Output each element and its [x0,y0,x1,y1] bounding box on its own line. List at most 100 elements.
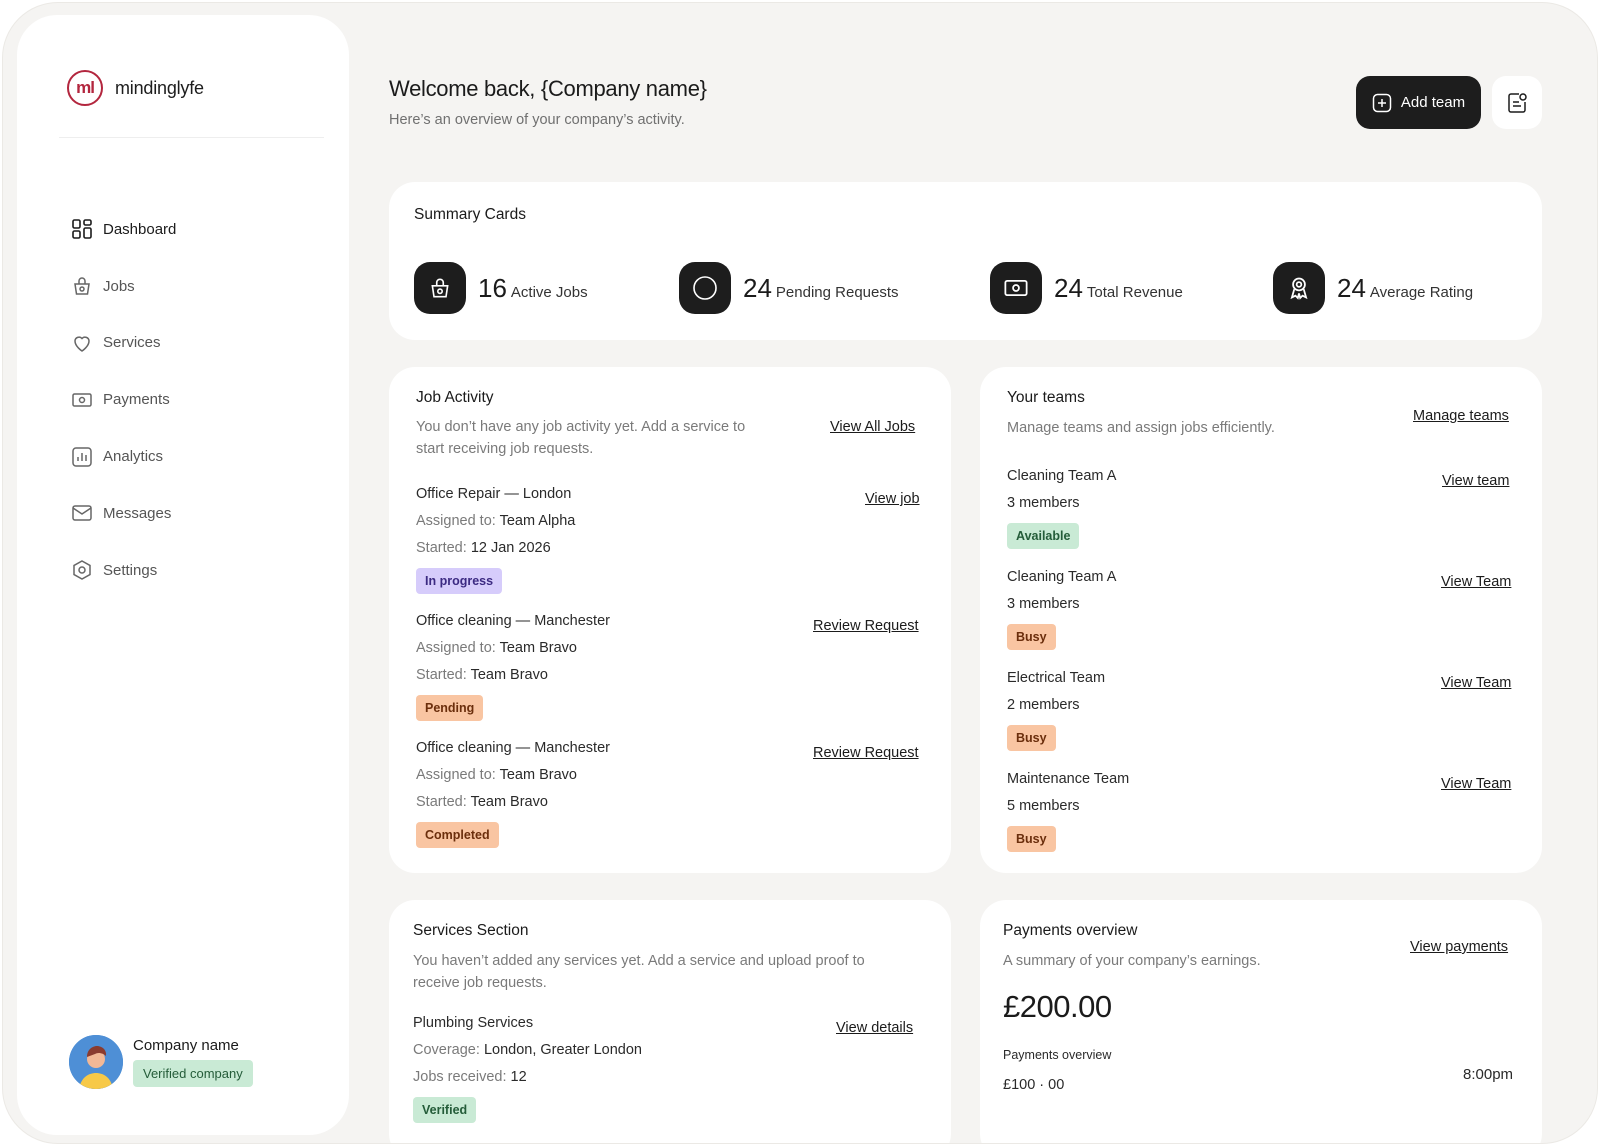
stat-value: 24 [743,272,772,303]
view-payments-link[interactable]: View payments [1410,939,1508,955]
review-request-link[interactable]: Review Request [813,745,919,761]
team-name: Cleaning Team A [1007,468,1117,484]
job-activity-title: Job Activity [416,389,494,406]
sidebar-item-label: Jobs [103,277,135,295]
review-request-link[interactable]: Review Request [813,618,919,634]
payments-subtitle: Payments overview [1003,1048,1112,1062]
summary-card: Summary Cards 16 Active Jobs 24 Pending Re… [389,182,1542,340]
team-name: Electrical Team [1007,670,1106,686]
page-title: Welcome back, {Company name} [389,76,707,101]
teams-title: Your teams [1007,389,1085,406]
bag-icon [414,262,466,314]
grid-icon [72,219,92,240]
sidebar: ml mindinglyfe Dashboard Jobs Services P… [17,15,349,1135]
stat-value: 24 [1337,272,1366,303]
page-subtitle: Here’s an overview of your company’s act… [389,112,685,128]
summary-title: Summary Cards [414,206,526,223]
sidebar-item-label: Services [103,334,161,352]
status-badge: In progress [416,568,503,594]
app-frame: ml mindinglyfe Dashboard Jobs Services P… [2,2,1598,1144]
sidebar-item-label: Dashboard [103,220,177,238]
stat-label: Pending Requests [775,283,899,301]
sidebar-nav: Dashboard Jobs Services Payments Analyti… [71,201,176,599]
stat-label: Average Rating [1369,283,1474,301]
sidebar-item-payments[interactable]: Payments [71,371,176,428]
job-started: Started: Team Bravo [416,667,548,683]
sidebar-item-settings[interactable]: Settings [71,542,176,599]
sidebar-item-messages[interactable]: Messages [71,485,176,542]
service-title: Plumbing Services [413,1015,534,1031]
team-members: 3 members [1007,596,1080,612]
company-name: Company name [133,1037,239,1054]
status-badge: Busy [1007,624,1056,650]
job-activity-description: You don’t have any job activity yet. Add… [416,419,746,457]
job-title: Office cleaning — Manchester [416,613,610,629]
logo-mark-icon: ml [67,70,103,106]
bag-icon [74,277,90,295]
verified-badge: Verified company [133,1060,253,1087]
job-assigned: Assigned to: Team Alpha [416,513,576,529]
circle-icon [679,262,731,314]
sidebar-item-label: Messages [103,504,172,522]
service-coverage: Coverage: London, Greater London [413,1042,642,1058]
settings-icon [73,560,91,581]
sidebar-item-dashboard[interactable]: Dashboard [71,201,176,258]
job-assigned: Assigned to: Team Bravo [416,767,577,783]
payments-total: £200.00 [1003,989,1112,1024]
chart-icon [72,446,92,467]
view-team-link[interactable]: View Team [1441,574,1511,590]
stat-total-revenue[interactable]: 24 Total Revenue [990,262,1183,314]
mail-icon [72,505,92,522]
payment-amount: £100 · 00 [1003,1077,1065,1093]
payments-title: Payments overview [1003,922,1138,939]
stat-label: Active Jobs [510,283,588,301]
job-assigned: Assigned to: Team Bravo [416,640,577,656]
add-team-label: Add team [1400,94,1466,111]
status-badge: Pending [416,695,484,721]
sidebar-item-label: Settings [103,561,158,579]
team-name: Maintenance Team [1007,771,1130,787]
stat-average-rating[interactable]: 24 Average Rating [1273,262,1473,314]
money-icon [990,262,1042,314]
award-icon [1273,262,1325,314]
team-members: 5 members [1007,798,1080,814]
notes-icon [1508,92,1527,113]
job-title: Office Repair — London [416,486,572,502]
team-members: 3 members [1007,495,1080,511]
services-description: You haven’t added any services yet. Add … [413,953,865,991]
teams-description: Manage teams and assign jobs efficiently… [1007,420,1275,436]
job-activity-card: Job Activity You don’t have any job acti… [389,367,951,873]
job-started: Started: 12 Jan 2026 [416,540,551,556]
view-all-jobs-link[interactable]: View All Jobs [830,419,915,435]
sidebar-item-analytics[interactable]: Analytics [71,428,176,485]
company-profile[interactable]: Company name Verified company [69,1035,253,1089]
add-team-button[interactable]: Add team [1356,76,1481,129]
view-job-link[interactable]: View job [865,491,920,507]
team-name: Cleaning Team A [1007,569,1117,585]
services-card: Services Section You haven’t added any s… [389,900,951,1143]
stat-pending-requests[interactable]: 24 Pending Requests [679,262,899,314]
brand-name: mindinglyfe [115,77,204,98]
payments-card: Payments overview A summary of your comp… [980,900,1542,1143]
manage-teams-link[interactable]: Manage teams [1413,408,1509,424]
view-team-link[interactable]: View Team [1441,776,1511,792]
view-details-link[interactable]: View details [836,1020,913,1036]
team-members: 2 members [1007,697,1080,713]
status-badge: Verified [413,1097,477,1123]
status-badge: Available [1007,523,1080,549]
view-team-link[interactable]: View team [1442,473,1509,489]
stat-value: 16 [478,272,507,303]
money-icon [72,393,92,407]
brand-logo[interactable]: ml mindinglyfe [67,70,204,106]
view-team-link[interactable]: View Team [1441,675,1511,691]
notes-button[interactable] [1492,76,1542,129]
divider [59,137,324,138]
sidebar-item-services[interactable]: Services [71,315,176,372]
stat-value: 24 [1054,272,1083,303]
avatar [69,1035,123,1089]
sidebar-item-jobs[interactable]: Jobs [71,258,176,315]
payment-time: 8:00pm [1463,1066,1514,1083]
stat-active-jobs[interactable]: 16 Active Jobs [414,262,588,314]
sidebar-item-label: Analytics [103,448,164,466]
job-title: Office cleaning — Manchester [416,740,610,756]
